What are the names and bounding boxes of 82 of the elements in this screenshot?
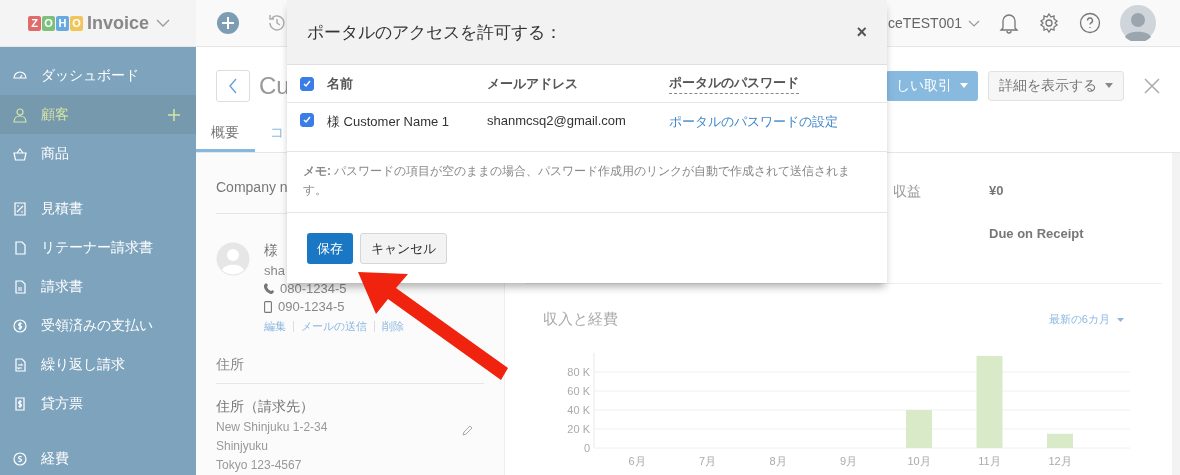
logo-tile: O (42, 15, 55, 31)
checkmark-icon (302, 78, 312, 89)
axis-label: 8月 (769, 455, 787, 467)
sidebar-item[interactable]: 繰り返し請求 (0, 345, 196, 384)
axis-label: 80 K (567, 366, 590, 378)
new-transaction-button[interactable]: しい取引 (886, 70, 979, 101)
table-cell-text: 様 Customer Name 1 (327, 113, 451, 131)
address-heading: 住所（請求先） (216, 398, 315, 416)
add-icon[interactable] (216, 11, 240, 35)
action-link[interactable]: 編集 (264, 319, 286, 334)
nav-icon (11, 199, 29, 218)
phone-number: 080-1234-5 (280, 281, 347, 296)
address-line: Tokyo 123-4567 (216, 457, 302, 474)
sidebar-item[interactable]: 顧客 (0, 95, 196, 134)
sidebar-item[interactable]: 見積書 (0, 189, 196, 228)
checkbox[interactable] (300, 113, 314, 127)
pencil-icon[interactable] (462, 424, 474, 436)
contact-email: sha (264, 263, 286, 278)
checkmark-icon (302, 115, 312, 125)
avatar (216, 242, 250, 276)
nav-icon (11, 316, 29, 335)
back-button[interactable] (216, 69, 250, 102)
axis-label: 6月 (628, 455, 646, 467)
history-icon[interactable] (266, 12, 288, 34)
nav-icon (11, 449, 29, 468)
action-link[interactable]: 削除 (382, 319, 404, 334)
avatar[interactable] (1120, 5, 1156, 41)
axis-label: 10月 (907, 455, 931, 467)
column-header: メールアドレス (487, 74, 579, 93)
app-name: Invoice (87, 12, 150, 34)
settings-icon[interactable] (1038, 12, 1060, 34)
axis-label: 0 (583, 442, 590, 454)
caret-icon (1105, 83, 1113, 89)
checkbox[interactable] (300, 76, 314, 91)
sidebar-item[interactable]: 商品 (0, 134, 196, 173)
sidebar-item[interactable]: 経費 (0, 439, 196, 475)
phone-icon (264, 283, 274, 294)
axis-label: 9月 (839, 455, 858, 467)
add-icon[interactable] (168, 108, 180, 121)
axis-label: 7月 (698, 455, 717, 467)
summary-value: Due on Receipt (989, 226, 1084, 243)
column-header: ポータルのパスワード (669, 73, 799, 94)
chart-title: 収入と経費 (543, 310, 618, 329)
period-dropdown[interactable]: 最新の6カ月 (1048, 312, 1124, 327)
caret-icon (1117, 318, 1124, 323)
logo-tile: O (70, 15, 83, 31)
mobile-number: 090-1234-5 (278, 299, 345, 314)
table-cell-text: shanmcsq2@gmail.com (487, 113, 627, 128)
address-line: New Shinjuku 1-2-34 (216, 419, 328, 436)
caret-icon (960, 83, 969, 89)
logo-tile: H (56, 15, 69, 31)
address-line: Shinjyuku (216, 438, 269, 455)
organization-name[interactable]: ceTEST001 (888, 15, 962, 31)
set-password-link[interactable]: ポータルのパスワードの設定 (669, 113, 838, 131)
contact-name: 様 (264, 242, 278, 260)
sidebar-item[interactable]: 請求書 (0, 267, 196, 306)
summary-value: ¥0 (989, 183, 1004, 200)
sidebar-item[interactable]: 貸方票 (0, 384, 196, 423)
axis-label: 12月 (1048, 455, 1072, 467)
action-link[interactable]: メールの送信 (301, 319, 367, 334)
sidebar-item[interactable]: ダッシュボード (0, 56, 196, 95)
nav-icon (11, 105, 29, 124)
axis-label: 11月 (978, 455, 1001, 467)
cancel-button[interactable]: キャンセル (360, 233, 447, 264)
help-icon[interactable] (1079, 12, 1101, 34)
axis-label: 60 K (567, 385, 590, 397)
sidebar-item[interactable]: リテーナー請求書 (0, 228, 196, 267)
details-button[interactable]: 詳細を表示する (988, 70, 1124, 101)
mobile-icon (264, 300, 272, 313)
sidebar-item[interactable]: 受領済みの支払い (0, 306, 196, 345)
chevron-icon[interactable] (968, 19, 980, 27)
column-header: 名前 (327, 74, 354, 93)
close-icon[interactable] (1144, 77, 1160, 94)
notification-bell-icon[interactable] (999, 12, 1019, 34)
save-button[interactable]: 保存 (307, 233, 353, 264)
axis-label: 40 K (567, 404, 590, 416)
axis-label: 20 K (567, 423, 590, 435)
chevron-icon[interactable] (156, 19, 171, 27)
close-button[interactable]: × (856, 21, 867, 43)
dialog-title: ポータルのアクセスを許可する： (307, 21, 562, 44)
logo-tile: Z (28, 15, 41, 31)
summary-label: 収益 (893, 183, 921, 199)
